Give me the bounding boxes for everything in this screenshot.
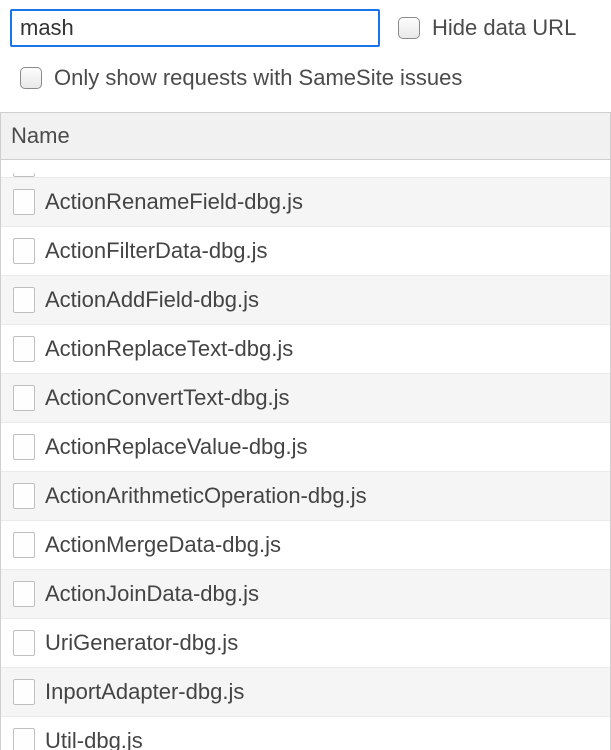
toolbar-row-1: Hide data URL [10,6,601,50]
filter-input[interactable] [10,9,380,47]
file-icon [13,336,35,362]
file-icon [13,238,35,264]
file-icon [13,581,35,607]
file-icon [13,189,35,215]
table-row[interactable]: InportAdapter-dbg.js [1,668,610,717]
hide-data-urls-label: Hide data URL [432,15,576,41]
file-name: Util-dbg.js [45,728,143,750]
file-name: ActionRenameField-dbg.js [45,189,303,215]
file-name: ActionAddField-dbg.js [45,287,259,313]
file-name: UriGenerator-dbg.js [45,630,238,656]
table-row[interactable]: Util-dbg.js [1,717,610,750]
file-icon [13,173,35,177]
checkbox-icon[interactable] [398,17,420,39]
table-row[interactable]: ActionFilterData-dbg.js [1,227,610,276]
file-icon [13,630,35,656]
table-row[interactable]: ActionJoinData-dbg.js [1,570,610,619]
only-samesite-group[interactable]: Only show requests with SameSite issues [10,56,601,100]
table-row[interactable]: ActionRenameField-dbg.js [1,178,610,227]
file-name: ActionConvertText-dbg.js [45,385,290,411]
only-samesite-label: Only show requests with SameSite issues [54,65,462,91]
file-icon [13,385,35,411]
request-rows: ActionRenameField-dbg.js ActionFilterDat… [1,160,610,750]
table-row[interactable]: ActionReplaceText-dbg.js [1,325,610,374]
file-name: ActionJoinData-dbg.js [45,581,259,607]
request-table: Name ActionRenameField-dbg.js ActionFilt… [0,112,611,750]
file-name: ActionArithmeticOperation-dbg.js [45,483,367,509]
table-row[interactable]: ActionMergeData-dbg.js [1,521,610,570]
file-icon [13,434,35,460]
table-row[interactable] [1,160,610,178]
column-header-name[interactable]: Name [1,113,610,160]
network-panel: Hide data URL Only show requests with Sa… [0,0,611,750]
checkbox-icon[interactable] [20,67,42,89]
file-icon [13,287,35,313]
file-name: InportAdapter-dbg.js [45,679,244,705]
table-row[interactable]: ActionAddField-dbg.js [1,276,610,325]
file-icon [13,532,35,558]
file-name: ActionFilterData-dbg.js [45,238,268,264]
file-icon [13,483,35,509]
table-row[interactable]: ActionConvertText-dbg.js [1,374,610,423]
file-name: ActionReplaceText-dbg.js [45,336,293,362]
hide-data-urls-group[interactable]: Hide data URL [398,15,576,41]
toolbar: Hide data URL Only show requests with Sa… [0,0,611,100]
file-name: ActionReplaceValue-dbg.js [45,434,308,460]
file-icon [13,728,35,750]
table-row[interactable]: ActionArithmeticOperation-dbg.js [1,472,610,521]
table-row[interactable]: UriGenerator-dbg.js [1,619,610,668]
file-icon [13,679,35,705]
table-row[interactable]: ActionReplaceValue-dbg.js [1,423,610,472]
file-name: ActionMergeData-dbg.js [45,532,281,558]
